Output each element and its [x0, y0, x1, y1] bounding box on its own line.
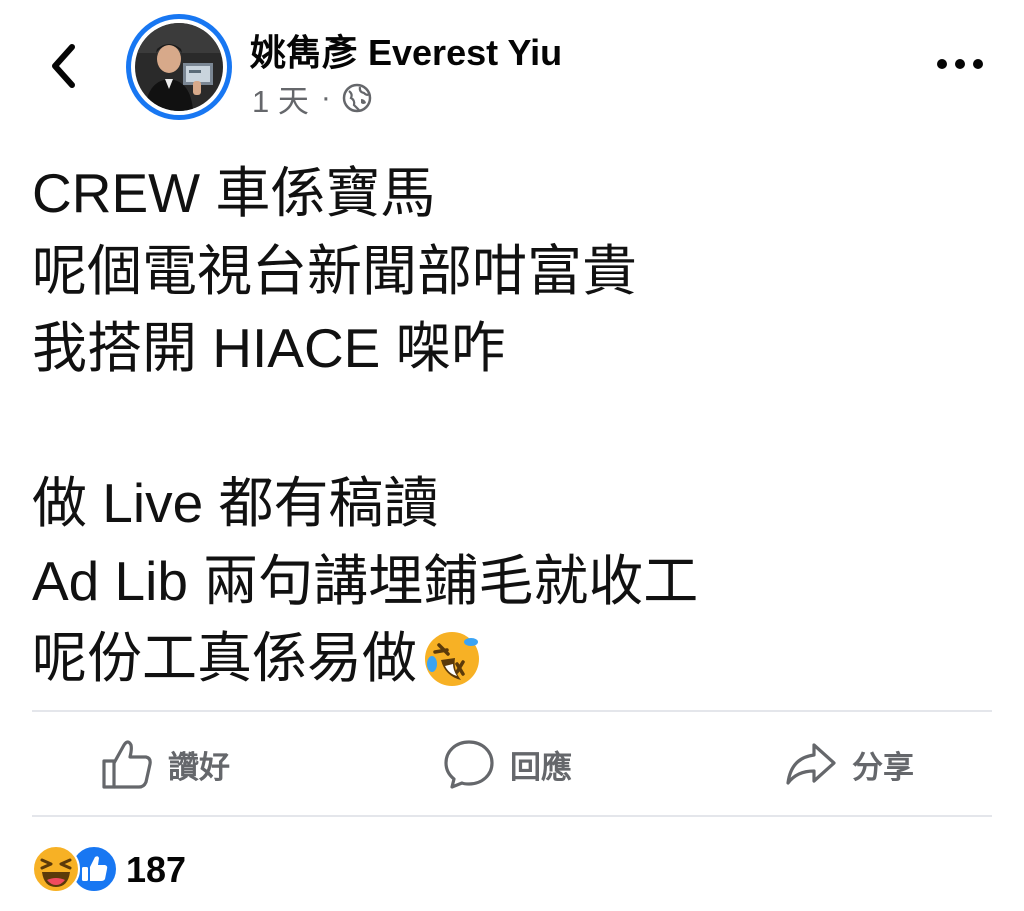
post-text: CREW 車係寶馬 呢個電視台新聞部咁富貴 我搭開 HIACE 㗎咋 做 Liv…: [32, 155, 992, 698]
comment-label: 回應: [510, 749, 572, 785]
author-name[interactable]: 姚雋彥 Everest Yiu: [250, 24, 562, 76]
divider: [32, 710, 992, 712]
post-line-text: 呢份工真係易做: [32, 627, 418, 689]
chevron-left-icon: [52, 44, 75, 88]
reaction-count: 187: [126, 849, 187, 890]
post-line: Ad Lib 兩句講埋鋪毛就收工: [32, 549, 699, 612]
reactions-summary[interactable]: 187: [32, 842, 186, 898]
comment-icon: [444, 740, 494, 789]
more-options-button[interactable]: [932, 44, 988, 84]
avatar-story-ring: [126, 14, 232, 120]
post-line: 做 Live 都有稿讀: [32, 472, 439, 534]
post-line: 我搭開 HIACE 㗎咋: [32, 317, 506, 379]
globe-icon[interactable]: [341, 82, 373, 114]
share-label: 分享: [852, 749, 914, 785]
like-button[interactable]: 讚好: [100, 732, 230, 796]
comment-button[interactable]: 回應: [442, 732, 572, 796]
post-line-last: 呢份工真係易做: [32, 620, 992, 698]
divider: [32, 815, 992, 817]
post-line: 呢個電視台新聞部咁富貴: [32, 239, 638, 302]
meta-separator: ·: [320, 81, 331, 114]
avatar-photo: [135, 23, 223, 111]
post-timestamp[interactable]: 1 天: [252, 76, 309, 121]
haha-reaction-icon: [32, 845, 80, 893]
share-button[interactable]: 分享: [784, 732, 914, 796]
rofl-emoji-icon: [423, 630, 481, 688]
back-button[interactable]: [38, 38, 88, 94]
reaction-icons: [32, 845, 120, 895]
post-meta: 1 天 ·: [252, 76, 373, 121]
avatar[interactable]: [135, 23, 223, 111]
share-icon: [786, 743, 836, 785]
post-line: CREW 車係寶馬: [32, 162, 436, 224]
more-horizontal-icon: [937, 59, 983, 69]
post-line-blank: [32, 388, 992, 466]
thumbs-up-icon: [102, 740, 152, 789]
like-label: 讚好: [168, 749, 230, 785]
